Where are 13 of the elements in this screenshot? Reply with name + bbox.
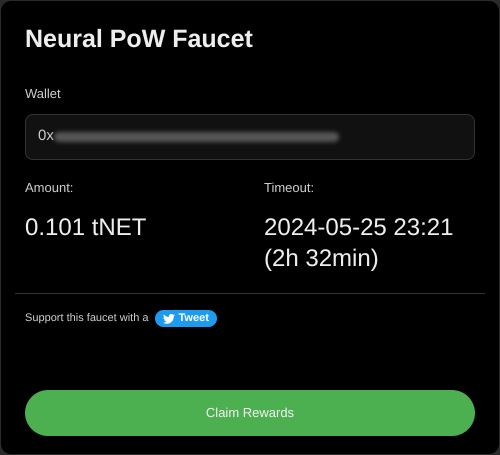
page-title: Neural PoW Faucet [25,24,253,55]
tweet-button[interactable]: Tweet [154,310,217,327]
amount-label: Amount: [25,178,74,196]
claim-rewards-button[interactable]: Claim Rewards [25,390,475,436]
timeout-label: Timeout: [264,178,314,196]
wallet-label: Wallet [25,85,61,103]
timeout-value: 2024-05-25 23:21 [264,213,454,243]
wallet-field[interactable]: 0x [25,114,475,160]
support-text: Support this faucet with a [25,311,149,326]
wallet-value: 0x [38,126,54,146]
amount-value: 0.101 tNET [25,213,146,243]
time-remaining: (2h 32min) [264,244,379,274]
bird-icon [162,314,175,324]
